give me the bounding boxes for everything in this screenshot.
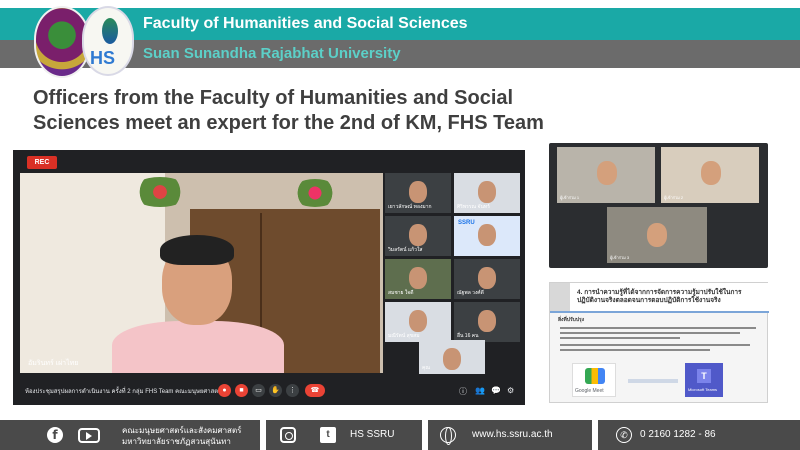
slide-screenshot-strip <box>628 379 678 383</box>
captions-icon[interactable]: ▭ <box>252 384 265 397</box>
speaker-body <box>112 321 284 373</box>
side-meeting-screenshot: ผู้เข้าร่วม 1 ผู้เข้าร่วม 2 ผู้เข้าร่วม … <box>549 143 768 268</box>
side-participant-tile: ผู้เข้าร่วม 2 <box>661 147 759 203</box>
participant-tile[interactable]: เยาวลักษณ์ ทองมาก <box>385 173 451 213</box>
participant-face <box>478 181 496 203</box>
teams-icon: T <box>697 369 711 383</box>
ssru-label: SSRU <box>458 220 475 226</box>
participant-face <box>647 223 667 247</box>
site-header: HS Faculty of Humanities and Social Scie… <box>0 0 800 82</box>
participant-face <box>443 348 461 370</box>
phone-icon: ✆ <box>616 427 632 443</box>
twitter-icon[interactable]: t <box>320 427 336 443</box>
participant-tile[interactable]: อื่น 16 คน <box>454 302 520 342</box>
participant-name: ณัฐพล วงศ์ดี <box>457 290 484 296</box>
main-speaker-name: อัมรินทร์ เผ่าไทย <box>28 360 79 367</box>
slide-subheading: สิ่งที่ปรับปรุง <box>558 317 585 323</box>
participant-name: เยาวลักษณ์ ทองมาก <box>388 204 432 210</box>
leaf-icon <box>102 18 118 44</box>
globe-icon <box>440 427 456 445</box>
activities-icon[interactable]: ⚙ <box>507 386 514 395</box>
participant-face <box>478 267 496 289</box>
participant-tile[interactable]: SSRU <box>454 216 520 256</box>
participant-face <box>701 161 721 185</box>
article-title-line-2: Sciences meet an expert for the 2nd of K… <box>33 112 544 134</box>
side-participant-tile: ผู้เข้าร่วม 1 <box>557 147 655 203</box>
faculty-name: Faculty of Humanities and Social Science… <box>143 15 468 32</box>
participant-tile[interactable]: ศิริพรรณ จันทร์ <box>454 173 520 213</box>
footer-website-link[interactable]: www.hs.ssru.ac.th <box>472 429 553 440</box>
participant-face <box>597 161 617 185</box>
slide-text-line <box>560 327 756 329</box>
article-title-line-1: Officers from the Faculty of Humanities … <box>33 87 514 109</box>
microsoft-teams-logo: T Microsoft Teams <box>685 363 723 397</box>
presentation-slide: 4. การนำความรู้ที่ได้จากการจัดการความรู้… <box>549 282 769 403</box>
participant-tile[interactable]: วิมลรัตน์ แก้วใส <box>385 216 451 256</box>
raise-hand-icon[interactable]: ✋ <box>269 384 282 397</box>
flower-decoration <box>130 177 190 207</box>
speaker-hair <box>160 235 234 265</box>
end-call-button[interactable]: ☎ <box>305 384 325 397</box>
participant-name: วิมลรัตน์ แก้วใส <box>388 247 423 253</box>
self-name: คุณ <box>422 365 430 371</box>
side-participant-name: ผู้เข้าร่วม 3 <box>610 255 630 260</box>
slide-divider <box>550 311 769 313</box>
facebook-icon[interactable]: f <box>47 427 63 443</box>
self-view-tile[interactable]: คุณ <box>419 340 485 374</box>
participant-name: ศิริพรรณ จันทร์ <box>457 204 490 210</box>
slide-text-line <box>560 337 680 339</box>
participant-tile[interactable]: สมชาย ใจดี <box>385 259 451 299</box>
participant-tile[interactable]: ณัฐพล วงศ์ดี <box>454 259 520 299</box>
participant-tile[interactable]: มณีรัตน์ สุขสม <box>385 302 451 342</box>
recording-badge: REC <box>27 156 57 169</box>
hs-logo-text: HS <box>90 48 116 68</box>
participant-face <box>478 310 496 332</box>
more-options-icon[interactable]: ⋮ <box>286 384 299 397</box>
footer-social-handle[interactable]: HS SSRU <box>350 429 394 440</box>
instagram-icon[interactable] <box>280 427 296 443</box>
camera-off-icon[interactable]: ■ <box>235 384 248 397</box>
slide-accent <box>550 283 570 311</box>
site-footer: f คณะมนุษยศาสตร์และสังคมศาสตร์ มหาวิทยาล… <box>0 420 800 450</box>
side-participant-tile: ผู้เข้าร่วม 3 <box>607 207 707 263</box>
meeting-controls-bar: ห้องประชุมสรุปผลการดำเนินงาน ครั้งที่ 2 … <box>13 378 525 405</box>
mic-off-icon[interactable]: ● <box>218 384 231 397</box>
google-meet-icon <box>585 368 605 384</box>
hs-faculty-logo: HS <box>82 6 134 76</box>
participant-name: มณีรัตน์ สุขสม <box>388 333 420 339</box>
slide-text-line <box>560 349 710 351</box>
side-participant-name: ผู้เข้าร่วม 2 <box>664 195 684 200</box>
footer-org-thai-line2: มหาวิทยาลัยราชภัฏสวนสุนันทา <box>122 437 231 446</box>
chat-icon[interactable]: 💬 <box>491 386 501 395</box>
article-title: Officers from the Faculty of Humanities … <box>33 86 593 136</box>
participant-count: อื่น 16 คน <box>457 333 479 339</box>
university-name: Suan Sunandha Rajabhat University <box>143 45 401 62</box>
flower-decoration-2 <box>290 179 340 207</box>
participant-face <box>409 181 427 203</box>
people-icon[interactable]: 👥 <box>475 386 485 395</box>
participant-face <box>409 267 427 289</box>
participant-face <box>409 224 427 246</box>
slide-text-line <box>560 344 750 346</box>
youtube-icon[interactable] <box>78 428 100 443</box>
side-participant-name: ผู้เข้าร่วม 1 <box>560 195 580 200</box>
main-speaker-tile: อัมรินทร์ เผ่าไทย <box>20 173 383 373</box>
meeting-screenshot: REC อัมรินทร์ เผ่าไทย เยาวลักษณ์ ทองมาก … <box>13 150 525 405</box>
slide-text-line <box>560 332 740 334</box>
participant-face <box>409 310 427 332</box>
meeting-title: ห้องประชุมสรุปผลการดำเนินงาน ครั้งที่ 2 … <box>25 389 227 395</box>
google-meet-label: Google Meet <box>575 388 604 394</box>
slide-heading: 4. การนำความรู้ที่ได้จากการจัดการความรู้… <box>577 289 742 304</box>
participant-face <box>478 224 496 246</box>
info-icon[interactable]: ⓘ <box>459 386 467 397</box>
teams-label: Microsoft Teams <box>688 387 718 392</box>
participant-name: สมชาย ใจดี <box>388 290 414 296</box>
footer-phone-number: 0 2160 1282 - 86 <box>640 429 716 440</box>
google-meet-logo: Google Meet <box>572 363 616 397</box>
